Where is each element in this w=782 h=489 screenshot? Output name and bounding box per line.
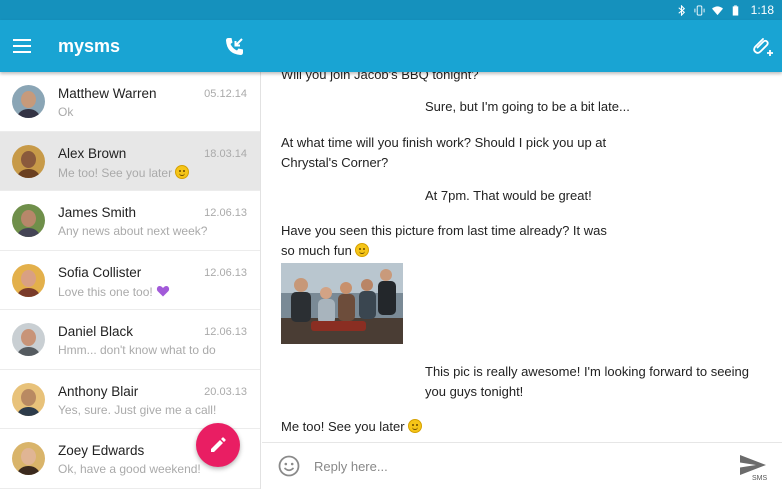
bluetooth-icon (678, 4, 685, 16)
conversation-date: 12.06.13 (204, 266, 247, 279)
conversation-item[interactable]: Sofia Collister 12.06.13 Love this one t… (0, 251, 260, 310)
message-incoming: Will you join Jacob's BBQ tonight? (281, 72, 479, 82)
purple-heart-emoji-icon (156, 285, 170, 296)
message-outgoing: At 7pm. That would be great! (425, 188, 592, 203)
conversation-item[interactable]: Matthew Warren 05.12.14 Ok (0, 72, 260, 132)
wifi-icon (711, 5, 723, 15)
avatar (12, 85, 45, 118)
reply-input[interactable] (314, 453, 714, 479)
status-bar: 1:18 (0, 0, 782, 20)
conversation-item[interactable]: Anthony Blair 20.03.13 Yes, sure. Just g… (0, 370, 260, 429)
message-preview: Hmm... don't know what to do (58, 343, 216, 357)
avatar (12, 144, 45, 178)
vibrate-icon (694, 4, 705, 16)
contact-name: Alex Brown (58, 145, 127, 161)
contact-name: James Smith (58, 205, 137, 220)
avatar (12, 442, 45, 475)
avatar (12, 382, 45, 416)
message-outgoing: Sure, but I'm going to be a bit late... (425, 99, 630, 114)
contact-name: Matthew Warren (58, 86, 157, 101)
smile-emoji-icon (175, 164, 190, 179)
avatar (12, 263, 45, 297)
contact-name: Zoey Edwards (58, 443, 145, 458)
conversation-date: 20.03.13 (204, 385, 247, 398)
incoming-call-icon[interactable] (222, 35, 246, 59)
avatar (12, 204, 45, 237)
app-bar: mysms (0, 20, 782, 72)
conversation-date: 12.06.13 (204, 207, 247, 219)
message-preview: Any news about next week? (58, 224, 208, 238)
message-incoming: At what time will you finish work? Shoul… (281, 135, 607, 170)
conversation-date: 12.06.13 (204, 326, 247, 338)
message-preview: Ok (58, 105, 74, 119)
message-preview: Me too! See you later (58, 164, 190, 180)
smile-emoji-icon (408, 419, 423, 433)
emoji-icon[interactable] (278, 455, 300, 477)
avatar (12, 323, 45, 356)
message-preview: Yes, sure. Just give me a call! (58, 402, 217, 417)
compose-button[interactable] (196, 423, 240, 467)
conversation-item[interactable]: James Smith 12.06.13 Any news about next… (0, 191, 260, 251)
compose-icon (211, 437, 226, 452)
message-incoming: Have you seen this picture from last tim… (281, 223, 607, 258)
shared-photo[interactable] (281, 263, 403, 344)
contact-name: Daniel Black (58, 324, 134, 339)
contact-name: Anthony Blair (58, 383, 139, 399)
app-title: mysms (58, 36, 121, 56)
conversation-item-selected[interactable]: Alex Brown 18.03.14 Me too! See you late… (0, 131, 260, 191)
conversation-date: 05.12.14 (204, 88, 247, 100)
message-thread: Will you join Jacob's BBQ tonight? Sure,… (262, 72, 782, 442)
message-outgoing: This pic is really awesome! I'm looking … (425, 364, 750, 399)
contact-name: Sofia Collister (58, 264, 142, 280)
battery-icon (732, 4, 738, 16)
message-incoming: Me too! See you later (281, 417, 423, 437)
conversation-date: 18.03.14 (204, 147, 247, 160)
send-mode-label: SMS (752, 475, 768, 482)
menu-icon[interactable] (13, 39, 31, 53)
attach-icon[interactable] (748, 34, 774, 60)
message-preview: Love this one too! (58, 284, 170, 299)
clock: 1:18 (750, 3, 774, 17)
message-composer: SMS (262, 442, 782, 489)
smile-emoji-icon (355, 243, 370, 257)
message-preview: Ok, have a good weekend! (58, 462, 201, 476)
conversation-item[interactable]: Daniel Black 12.06.13 Hmm... don't know … (0, 310, 260, 370)
